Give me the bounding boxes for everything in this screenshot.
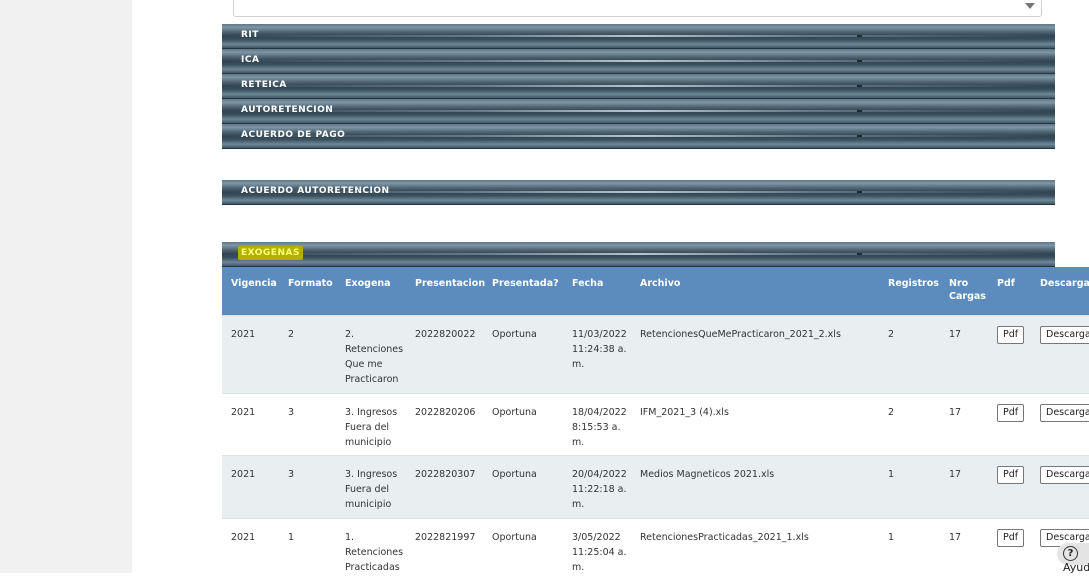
cell-formato: 3 <box>279 392 336 455</box>
col-header-presentada[interactable]: Presentada? <box>483 267 563 315</box>
cell-fecha: 20/04/2022 11:22:18 a. m. <box>563 454 631 518</box>
table-row: 2021 2 2. Retenciones Que me Practicaron… <box>222 314 1089 393</box>
cell-descargar: Descargar <box>1031 314 1089 393</box>
col-header-nro-cargas[interactable]: Nro Cargas <box>940 267 988 315</box>
cell-registros: 1 <box>879 454 940 518</box>
section-bar-acuerdo-de-pago[interactable]: ACUERDO DE PAGO <box>222 124 1055 149</box>
cell-descargar: Descargar <box>1031 392 1089 455</box>
col-header-presentacion[interactable]: Presentacion <box>406 267 485 315</box>
cell-registros: 1 <box>879 517 940 578</box>
table-row: 2021 3 3. Ingresos Fuera del municipio 2… <box>222 392 1089 455</box>
cell-presentacion: 2022820307 <box>406 454 483 518</box>
cell-vigencia: 2021 <box>222 314 279 393</box>
cell-formato: 3 <box>279 454 336 518</box>
cell-presentada: Oportuna <box>483 517 563 578</box>
cell-vigencia: 2021 <box>222 517 279 578</box>
cell-archivo: RetencionesQueMePracticaron_2021_2.xls <box>631 314 879 393</box>
descargar-button[interactable]: Descargar <box>1040 403 1089 422</box>
section-bar-rit[interactable]: RIT <box>222 24 1055 49</box>
col-header-fecha[interactable]: Fecha <box>563 267 631 315</box>
section-label: RIT <box>241 30 259 40</box>
top-select-dropdown[interactable] <box>233 0 1042 17</box>
pdf-button[interactable]: Pdf <box>997 325 1025 344</box>
chevron-down-icon <box>1025 3 1035 9</box>
cell-exogena: 3. Ingresos Fuera del municipio <box>336 392 406 455</box>
section-bar-ica[interactable]: ICA <box>222 49 1055 74</box>
cell-registros: 2 <box>879 314 940 393</box>
section-bar-acuerdo-autoretencion[interactable]: ACUERDO AUTORETENCION <box>222 180 1055 205</box>
exogenas-table: Vigencia Formato Exogena Presentacion Pr… <box>222 267 1089 578</box>
cell-presentada: Oportuna <box>483 454 563 518</box>
cell-descargar: Descargar <box>1031 454 1089 518</box>
cell-vigencia: 2021 <box>222 392 279 455</box>
cell-nro-cargas: 17 <box>940 314 988 393</box>
section-label-highlighted: EXOGENAS <box>238 246 303 260</box>
section-label: AUTORETENCION <box>241 105 334 115</box>
col-header-exogena[interactable]: Exogena <box>336 267 406 315</box>
cell-exogena: 2. Retenciones Que me Practicaron <box>336 314 406 393</box>
table-row: 2021 3 3. Ingresos Fuera del municipio 2… <box>222 454 1089 518</box>
section-label: RETEICA <box>241 80 287 90</box>
cell-registros: 2 <box>879 392 940 455</box>
cell-pdf: Pdf <box>988 392 1031 455</box>
cell-fecha: 3/05/2022 11:25:04 a. m. <box>563 517 631 578</box>
col-header-pdf[interactable]: Pdf <box>988 267 1031 315</box>
question-circle-icon: ? <box>1063 546 1078 561</box>
section-bar-exogenas[interactable]: EXOGENAS <box>222 242 1055 267</box>
cell-vigencia: 2021 <box>222 454 279 518</box>
col-header-formato[interactable]: Formato <box>279 267 336 315</box>
pdf-button[interactable]: Pdf <box>997 403 1025 422</box>
cell-presentacion: 2022820206 <box>406 392 483 455</box>
table-row: 2021 1 1. Retenciones Practicadas 202282… <box>222 517 1089 578</box>
table-header-row: Vigencia Formato Exogena Presentacion Pr… <box>222 267 1089 315</box>
cell-presentada: Oportuna <box>483 392 563 455</box>
cell-pdf: Pdf <box>988 454 1031 518</box>
cell-pdf: Pdf <box>988 314 1031 393</box>
col-header-descargar[interactable]: Descargar Archivo <box>1031 267 1089 315</box>
cell-archivo: Medios Magneticos 2021.xls <box>631 454 879 518</box>
section-label: ACUERDO AUTORETENCION <box>241 186 390 196</box>
cell-pdf: Pdf <box>988 517 1031 578</box>
cell-nro-cargas: 17 <box>940 517 988 578</box>
help-label: Ayuda <box>1063 561 1089 574</box>
cell-formato: 2 <box>279 314 336 393</box>
cell-exogena: 1. Retenciones Practicadas <box>336 517 406 578</box>
cell-nro-cargas: 17 <box>940 454 988 518</box>
cell-exogena: 3. Ingresos Fuera del municipio <box>336 454 406 518</box>
cell-nro-cargas: 17 <box>940 392 988 455</box>
cell-fecha: 18/04/2022 8:15:53 a. m. <box>563 392 631 455</box>
cell-archivo: RetencionesPracticadas_2021_1.xls <box>631 517 879 578</box>
descargar-button[interactable]: Descargar <box>1040 465 1089 484</box>
cell-presentacion: 2022821997 <box>406 517 483 578</box>
descargar-button[interactable]: Descargar <box>1040 325 1089 344</box>
col-header-archivo[interactable]: Archivo <box>631 267 879 315</box>
cell-formato: 1 <box>279 517 336 578</box>
cell-fecha: 11/03/2022 11:24:38 a. m. <box>563 314 631 393</box>
pdf-button[interactable]: Pdf <box>997 528 1025 547</box>
section-bar-autoretencion[interactable]: AUTORETENCION <box>222 99 1055 124</box>
col-header-registros[interactable]: Registros <box>879 267 940 315</box>
col-header-vigencia[interactable]: Vigencia <box>222 267 279 315</box>
cell-presentada: Oportuna <box>483 314 563 393</box>
cell-presentacion: 2022820022 <box>406 314 483 393</box>
left-gutter <box>0 0 132 573</box>
help-button[interactable]: ?Ayuda <box>1057 543 1089 574</box>
section-label: ICA <box>241 55 260 65</box>
cell-archivo: IFM_2021_3 (4).xls <box>631 392 879 455</box>
pdf-button[interactable]: Pdf <box>997 465 1025 484</box>
section-bar-reteica[interactable]: RETEICA <box>222 74 1055 99</box>
section-label: ACUERDO DE PAGO <box>241 130 346 140</box>
